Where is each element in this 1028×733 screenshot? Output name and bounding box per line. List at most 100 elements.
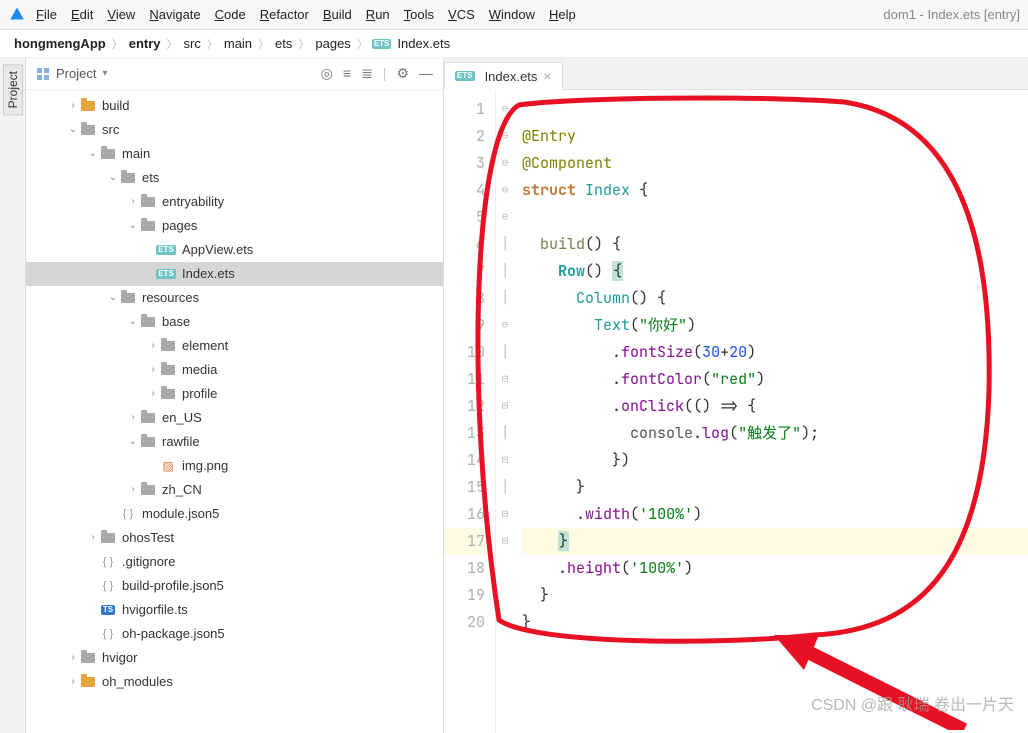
tree-label: src: [102, 118, 119, 142]
tree-node[interactable]: › profile: [26, 382, 443, 406]
tree-node[interactable]: ›oh_modules: [26, 670, 443, 694]
ets-file-icon: ETS: [372, 39, 392, 49]
tree-label: ets: [142, 166, 159, 190]
expand-arrow-icon[interactable]: ›: [66, 94, 80, 118]
tree-label: profile: [182, 382, 217, 406]
menu-view[interactable]: View: [107, 7, 135, 22]
expand-arrow-icon[interactable]: ›: [86, 526, 100, 550]
tree-node[interactable]: ⌄ base: [26, 310, 443, 334]
expand-arrow-icon[interactable]: ⌄: [126, 310, 140, 334]
tree-node[interactable]: › en_US: [26, 406, 443, 430]
crumb[interactable]: main: [222, 36, 254, 51]
tree-node[interactable]: { }build-profile.json5: [26, 574, 443, 598]
left-tool-rail: Project: [0, 58, 26, 733]
code-area[interactable]: 1234567891011121314151617181920 ⊖⊖⊖⊖⊖│││…: [444, 90, 1028, 733]
tree-label: element: [182, 334, 228, 358]
menu-file[interactable]: File: [36, 7, 57, 22]
tree-label: base: [162, 310, 190, 334]
expand-arrow-icon[interactable]: ›: [126, 190, 140, 214]
expand-arrow-icon[interactable]: ⌄: [66, 118, 80, 142]
expand-arrow-icon[interactable]: ⌄: [106, 166, 120, 190]
menu-edit[interactable]: Edit: [71, 7, 93, 22]
tree-node[interactable]: ⌄ pages: [26, 214, 443, 238]
tree-node[interactable]: { }.gitignore: [26, 550, 443, 574]
app-logo-icon: [8, 6, 26, 24]
tree-node[interactable]: ›hvigor: [26, 646, 443, 670]
separator: |: [383, 65, 387, 82]
sidebar-actions: ◎ ≡ ≣ | ⚙ —: [321, 65, 433, 82]
tree-node[interactable]: ›media: [26, 358, 443, 382]
menu-build[interactable]: Build: [323, 7, 352, 22]
gear-icon[interactable]: ⚙: [396, 65, 409, 82]
menu-vcs[interactable]: VCS: [448, 7, 475, 22]
menu-run[interactable]: Run: [366, 7, 390, 22]
expand-all-icon[interactable]: ≡: [343, 65, 351, 82]
tree-node[interactable]: › build: [26, 94, 443, 118]
tree-label: resources: [142, 286, 199, 310]
tree-node[interactable]: › ohosTest: [26, 526, 443, 550]
expand-arrow-icon[interactable]: ›: [146, 334, 160, 358]
project-sidebar: Project ▾ ◎ ≡ ≣ | ⚙ — ›build⌄src⌄main⌄et…: [26, 58, 444, 733]
expand-arrow-icon[interactable]: ⌄: [126, 214, 140, 238]
menu-window[interactable]: Window: [489, 7, 535, 22]
breadcrumb-sep: 〉: [207, 36, 218, 52]
project-icon: [36, 67, 50, 81]
expand-arrow-icon[interactable]: ⌄: [126, 430, 140, 454]
tree-node[interactable]: › zh_CN: [26, 478, 443, 502]
crumb[interactable]: entry: [127, 36, 163, 51]
tree-node[interactable]: ⌄rawfile: [26, 430, 443, 454]
sidebar-title: Project: [56, 66, 96, 81]
expand-arrow-icon[interactable]: ⌄: [86, 142, 100, 166]
tree-node[interactable]: ▨img.png: [26, 454, 443, 478]
expand-arrow-icon[interactable]: ›: [66, 670, 80, 694]
tree-label: en_US: [162, 406, 202, 430]
breadcrumb-sep: 〉: [357, 36, 368, 52]
expand-arrow-icon[interactable]: ›: [66, 646, 80, 670]
tree-node[interactable]: ⌄ resources: [26, 286, 443, 310]
tree-label: pages: [162, 214, 197, 238]
tab-label: Index.ets: [485, 69, 538, 84]
expand-arrow-icon[interactable]: ›: [126, 406, 140, 430]
tab-index-ets[interactable]: ETS Index.ets ×: [444, 62, 563, 90]
crumb[interactable]: src: [182, 36, 203, 51]
tree-node[interactable]: TShvigorfile.ts: [26, 598, 443, 622]
menu-refactor[interactable]: Refactor: [260, 7, 309, 22]
crumb[interactable]: hongmengApp: [12, 36, 108, 51]
expand-arrow-icon[interactable]: ⌄: [106, 286, 120, 310]
close-icon[interactable]: ×: [543, 68, 551, 84]
crumb[interactable]: ets: [273, 36, 294, 51]
project-tool-tab[interactable]: Project: [3, 64, 23, 115]
tree-node[interactable]: ›entryability: [26, 190, 443, 214]
tree-node[interactable]: { }module.json5: [26, 502, 443, 526]
tree-node[interactable]: ETSAppView.ets: [26, 238, 443, 262]
tree-label: zh_CN: [162, 478, 202, 502]
tree-label: hvigorfile.ts: [122, 598, 188, 622]
tree-node[interactable]: ⌄main: [26, 142, 443, 166]
crumb[interactable]: pages: [313, 36, 352, 51]
chevron-down-icon[interactable]: ▾: [102, 68, 107, 79]
expand-arrow-icon[interactable]: ›: [126, 478, 140, 502]
breadcrumb: hongmengApp〉entry〉src〉main〉ets〉pages〉ETS…: [0, 30, 1028, 58]
tree-label: build: [102, 94, 129, 118]
tree-label: .gitignore: [122, 550, 175, 574]
hide-icon[interactable]: —: [419, 65, 433, 82]
tree-node[interactable]: › element: [26, 334, 443, 358]
tree-label: ohosTest: [122, 526, 174, 550]
breadcrumb-sep: 〉: [167, 36, 178, 52]
expand-arrow-icon[interactable]: ›: [146, 382, 160, 406]
menu-navigate[interactable]: Navigate: [149, 7, 200, 22]
collapse-all-icon[interactable]: ≣: [361, 65, 373, 82]
menu-help[interactable]: Help: [549, 7, 576, 22]
crumb[interactable]: Index.ets: [395, 36, 452, 51]
tree-node[interactable]: ⌄ src: [26, 118, 443, 142]
menu-code[interactable]: Code: [215, 7, 246, 22]
tree-node[interactable]: ⌄ ets: [26, 166, 443, 190]
tree-label: module.json5: [142, 502, 219, 526]
fold-column[interactable]: ⊖⊖⊖⊖⊖│││⊖│⊟⊟│⊟│⊟⊟: [496, 90, 514, 733]
select-opened-icon[interactable]: ◎: [321, 65, 333, 82]
tree-node[interactable]: ETSIndex.ets: [26, 262, 443, 286]
expand-arrow-icon[interactable]: ›: [146, 358, 160, 382]
menu-tools[interactable]: Tools: [404, 7, 434, 22]
tree-node[interactable]: { }oh-package.json5: [26, 622, 443, 646]
code-content[interactable]: @Entry@Componentstruct Index { build() {…: [514, 90, 1028, 733]
